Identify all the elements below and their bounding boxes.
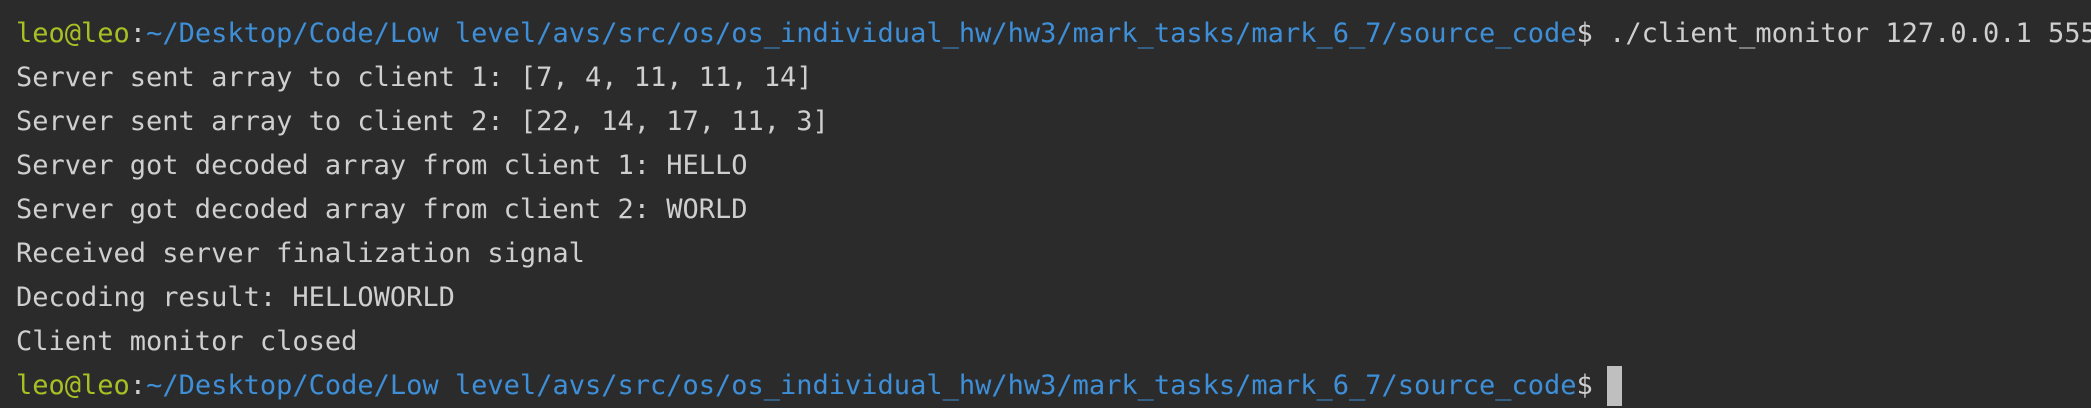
- output-line: Decoding result: HELLOWORLD: [16, 282, 455, 313]
- output-line: Received server finalization signal: [16, 238, 585, 269]
- text-cursor[interactable]: [1606, 366, 1622, 406]
- output-line: Server sent array to client 2: [22, 14, …: [16, 106, 829, 137]
- prompt-path: ~/Desktop/Code/Low level/avs/src/os/os_i…: [146, 370, 1577, 401]
- command-line: leo@leo: ~/Desktop/Code/Low level/avs/src…: [16, 12, 2091, 56]
- executed-command: ./client_monitor 127.0.0.1 5555: [1592, 18, 2091, 49]
- prompt-user-host: leo@leo: [16, 18, 130, 49]
- output-line: Client monitor closed: [16, 326, 358, 357]
- output-line: Server got decoded array from client 2: …: [16, 194, 748, 225]
- prompt-symbol: $: [1576, 370, 1593, 401]
- output-line: Server got decoded array from client 1: …: [16, 150, 748, 181]
- prompt-user-host: leo@leo: [16, 370, 130, 401]
- prompt-separator: :: [129, 18, 147, 49]
- output-line: Server sent array to client 1: [7, 4, 11…: [16, 62, 813, 93]
- active-prompt-line[interactable]: leo@leo: ~/Desktop/Code/Low level/avs/src…: [16, 364, 2091, 408]
- prompt-symbol: $: [1576, 18, 1593, 49]
- prompt-separator: :: [129, 370, 147, 401]
- prompt-path: ~/Desktop/Code/Low level/avs/src/os/os_i…: [146, 18, 1577, 49]
- terminal-window[interactable]: leo@leo: ~/Desktop/Code/Low level/avs/src…: [0, 0, 2091, 407]
